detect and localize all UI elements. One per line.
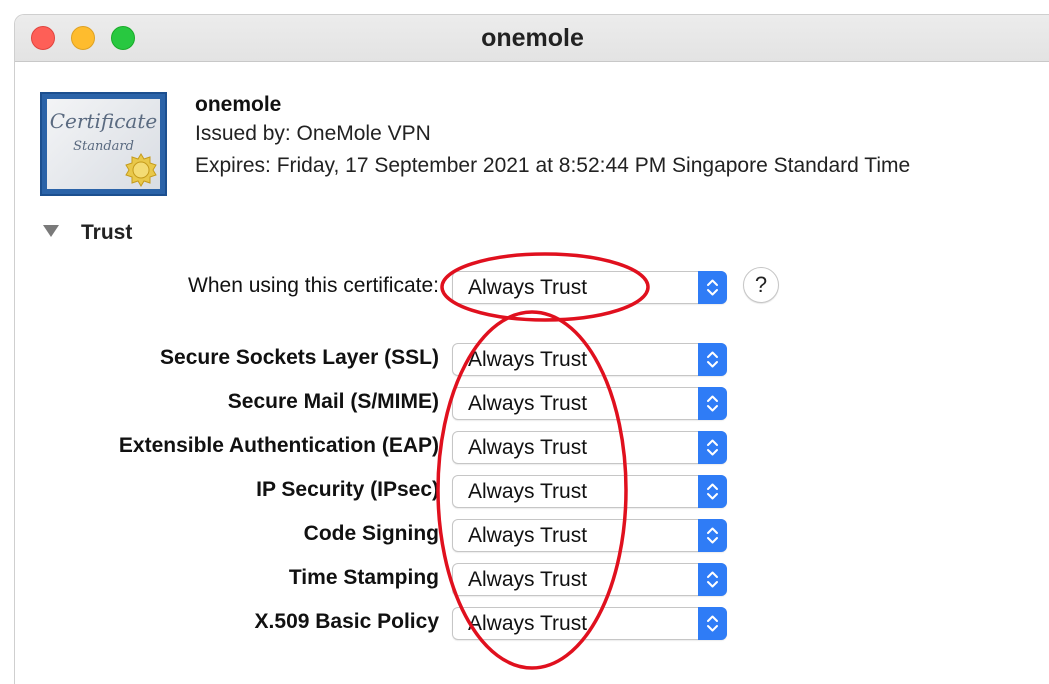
certificate-issuer: Issued by: OneMole VPN — [195, 122, 431, 145]
certificate-expiry: Expires: Friday, 17 September 2021 at 8:… — [195, 154, 911, 177]
policy-label-ssl: Secure Sockets Layer (SSL) — [160, 346, 439, 369]
popup-value: Always Trust — [468, 276, 588, 299]
policy-label-eap: Extensible Authentication (EAP) — [118, 434, 439, 457]
policy-popup-x509[interactable]: Always Trust — [452, 607, 727, 640]
trust-section-label: Trust — [81, 221, 133, 244]
window-title: onemole — [481, 24, 584, 52]
popup-value: Always Trust — [468, 348, 588, 371]
seal-icon — [125, 153, 157, 187]
disclosure-triangle-icon — [43, 225, 59, 237]
popup-value: Always Trust — [468, 392, 588, 415]
certificate-name: onemole — [195, 93, 282, 116]
when-using-popup[interactable]: Always Trust — [452, 271, 727, 304]
chevron-up-down-icon — [698, 475, 727, 508]
policy-popup-time-stamping[interactable]: Always Trust — [452, 563, 727, 596]
chevron-up-down-icon — [698, 431, 727, 464]
popup-value: Always Trust — [468, 480, 588, 503]
popup-value: Always Trust — [468, 524, 588, 547]
policy-label-time-stamping: Time Stamping — [288, 566, 439, 589]
chevron-up-down-icon — [698, 607, 727, 640]
chevron-up-down-icon — [698, 343, 727, 376]
policy-popup-eap[interactable]: Always Trust — [452, 431, 727, 464]
policy-label-smime: Secure Mail (S/MIME) — [227, 390, 439, 413]
chevron-up-down-icon — [698, 563, 727, 596]
certificate-icon-subtitle: Standard — [73, 139, 134, 154]
policy-popup-ipsec[interactable]: Always Trust — [452, 475, 727, 508]
policy-popup-code-signing[interactable]: Always Trust — [452, 519, 727, 552]
help-button[interactable]: ? — [743, 267, 779, 303]
chevron-up-down-icon — [698, 519, 727, 552]
popup-value: Always Trust — [468, 568, 588, 591]
policy-label-code-signing: Code Signing — [303, 522, 439, 545]
policy-popup-smime[interactable]: Always Trust — [452, 387, 727, 420]
certificate-icon: Certificate Standard — [40, 92, 167, 196]
certificate-window: onemole Certificate Standard onemole Iss… — [14, 14, 1049, 684]
popup-value: Always Trust — [468, 436, 588, 459]
popup-value: Always Trust — [468, 612, 588, 635]
when-using-label: When using this certificate: — [188, 274, 439, 297]
policy-label-ipsec: IP Security (IPsec) — [256, 478, 439, 501]
title-bar: onemole — [15, 15, 1049, 62]
trust-section-toggle[interactable]: Trust — [43, 221, 132, 245]
chevron-up-down-icon — [698, 387, 727, 420]
policy-label-x509: X.509 Basic Policy — [254, 610, 439, 633]
certificate-icon-title: Certificate — [49, 109, 158, 133]
policy-popup-ssl[interactable]: Always Trust — [452, 343, 727, 376]
chevron-up-down-icon — [698, 271, 727, 304]
